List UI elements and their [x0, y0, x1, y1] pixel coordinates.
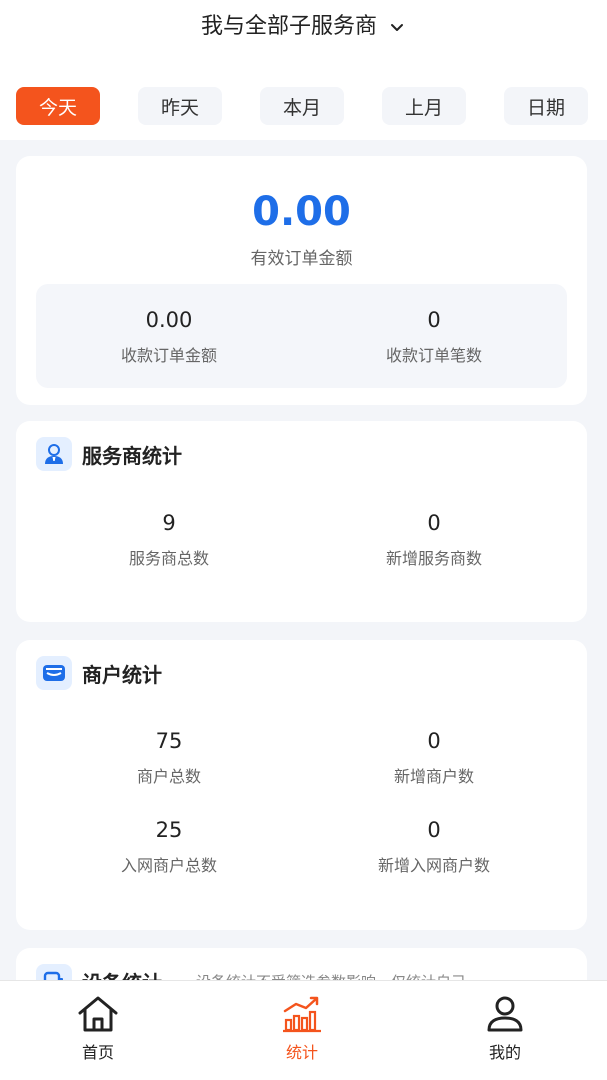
nav-label: 统计 [285, 1043, 318, 1062]
valid-order-amount-label: 有效订单金额 [250, 249, 353, 269]
nav-stats[interactable]: 统计 [242, 995, 362, 1063]
date-filter-tabs: 今天 昨天 本月 上月 日期 [0, 87, 607, 127]
payment-amount-stat: 0.00 收款订单金额 [36, 306, 302, 366]
payment-count-stat: 0 收款订单笔数 [301, 306, 567, 366]
scope-selector[interactable]: 我与全部子服务商 [0, 12, 607, 42]
card-header: 服务商统计 [36, 437, 182, 471]
stat-label: 新增入网商户数 [377, 856, 490, 875]
stat-value: 0 [427, 308, 441, 332]
chart-icon [283, 996, 321, 1033]
provider-total-stat: 9 服务商总数 [36, 509, 302, 569]
stat-value: 0.00 [145, 308, 193, 332]
card-title: 服务商统计 [82, 443, 182, 468]
header: 我与全部子服务商 今天 昨天 本月 上月 日期 [0, 0, 607, 140]
user-suit-icon [36, 437, 72, 471]
stat-label: 商户总数 [136, 767, 201, 786]
profile-icon [487, 996, 523, 1032]
stat-value: 0 [427, 729, 441, 753]
tab-yesterday[interactable]: 昨天 [138, 87, 222, 125]
network-merchant-new-stat: 0 新增入网商户数 [301, 816, 567, 876]
scope-title: 我与全部子服务商 [200, 14, 377, 39]
tab-today[interactable]: 今天 [16, 87, 100, 125]
nav-profile[interactable]: 我的 [445, 995, 565, 1063]
bottom-nav: 首页 统计 我的 [0, 980, 607, 1080]
chevron-down-icon [391, 24, 403, 31]
stat-label: 收款订单笔数 [385, 346, 482, 365]
nav-home[interactable]: 首页 [38, 995, 158, 1063]
summary-card: 0.00 有效订单金额 0.00 收款订单金额 0 收款订单笔数 [16, 156, 587, 405]
stat-value: 25 [155, 818, 183, 842]
tab-last-month[interactable]: 上月 [382, 87, 466, 125]
provider-new-stat: 0 新增服务商数 [301, 509, 567, 569]
stat-value: 9 [162, 511, 176, 535]
stat-label: 收款订单金额 [120, 346, 217, 365]
stat-value: 75 [155, 729, 183, 753]
stat-value: 0 [427, 511, 441, 535]
merchant-stats-card: 商户统计 75 商户总数 0 新增商户数 25 入网商户总数 0 新增入网商户数 [16, 640, 587, 930]
merchant-total-stat: 75 商户总数 [36, 727, 302, 787]
stat-label: 新增商户数 [393, 767, 474, 786]
nav-label: 我的 [488, 1043, 521, 1062]
stat-label: 新增服务商数 [385, 549, 482, 568]
home-icon [78, 996, 118, 1032]
provider-stats-card: 服务商统计 9 服务商总数 0 新增服务商数 [16, 421, 587, 622]
stat-label: 服务商总数 [128, 549, 209, 568]
network-merchant-total-stat: 25 入网商户总数 [36, 816, 302, 876]
card-title: 商户统计 [82, 662, 162, 687]
nav-label: 首页 [81, 1043, 114, 1062]
payment-stats-box: 0.00 收款订单金额 0 收款订单笔数 [36, 284, 567, 388]
card-header: 商户统计 [36, 656, 162, 690]
stat-label: 入网商户总数 [120, 856, 217, 875]
stat-value: 0 [427, 818, 441, 842]
store-icon [36, 656, 72, 690]
merchant-new-stat: 0 新增商户数 [301, 727, 567, 787]
tab-this-month[interactable]: 本月 [260, 87, 344, 125]
tab-date[interactable]: 日期 [504, 87, 588, 125]
valid-order-amount-value: 0.00 [252, 189, 351, 235]
